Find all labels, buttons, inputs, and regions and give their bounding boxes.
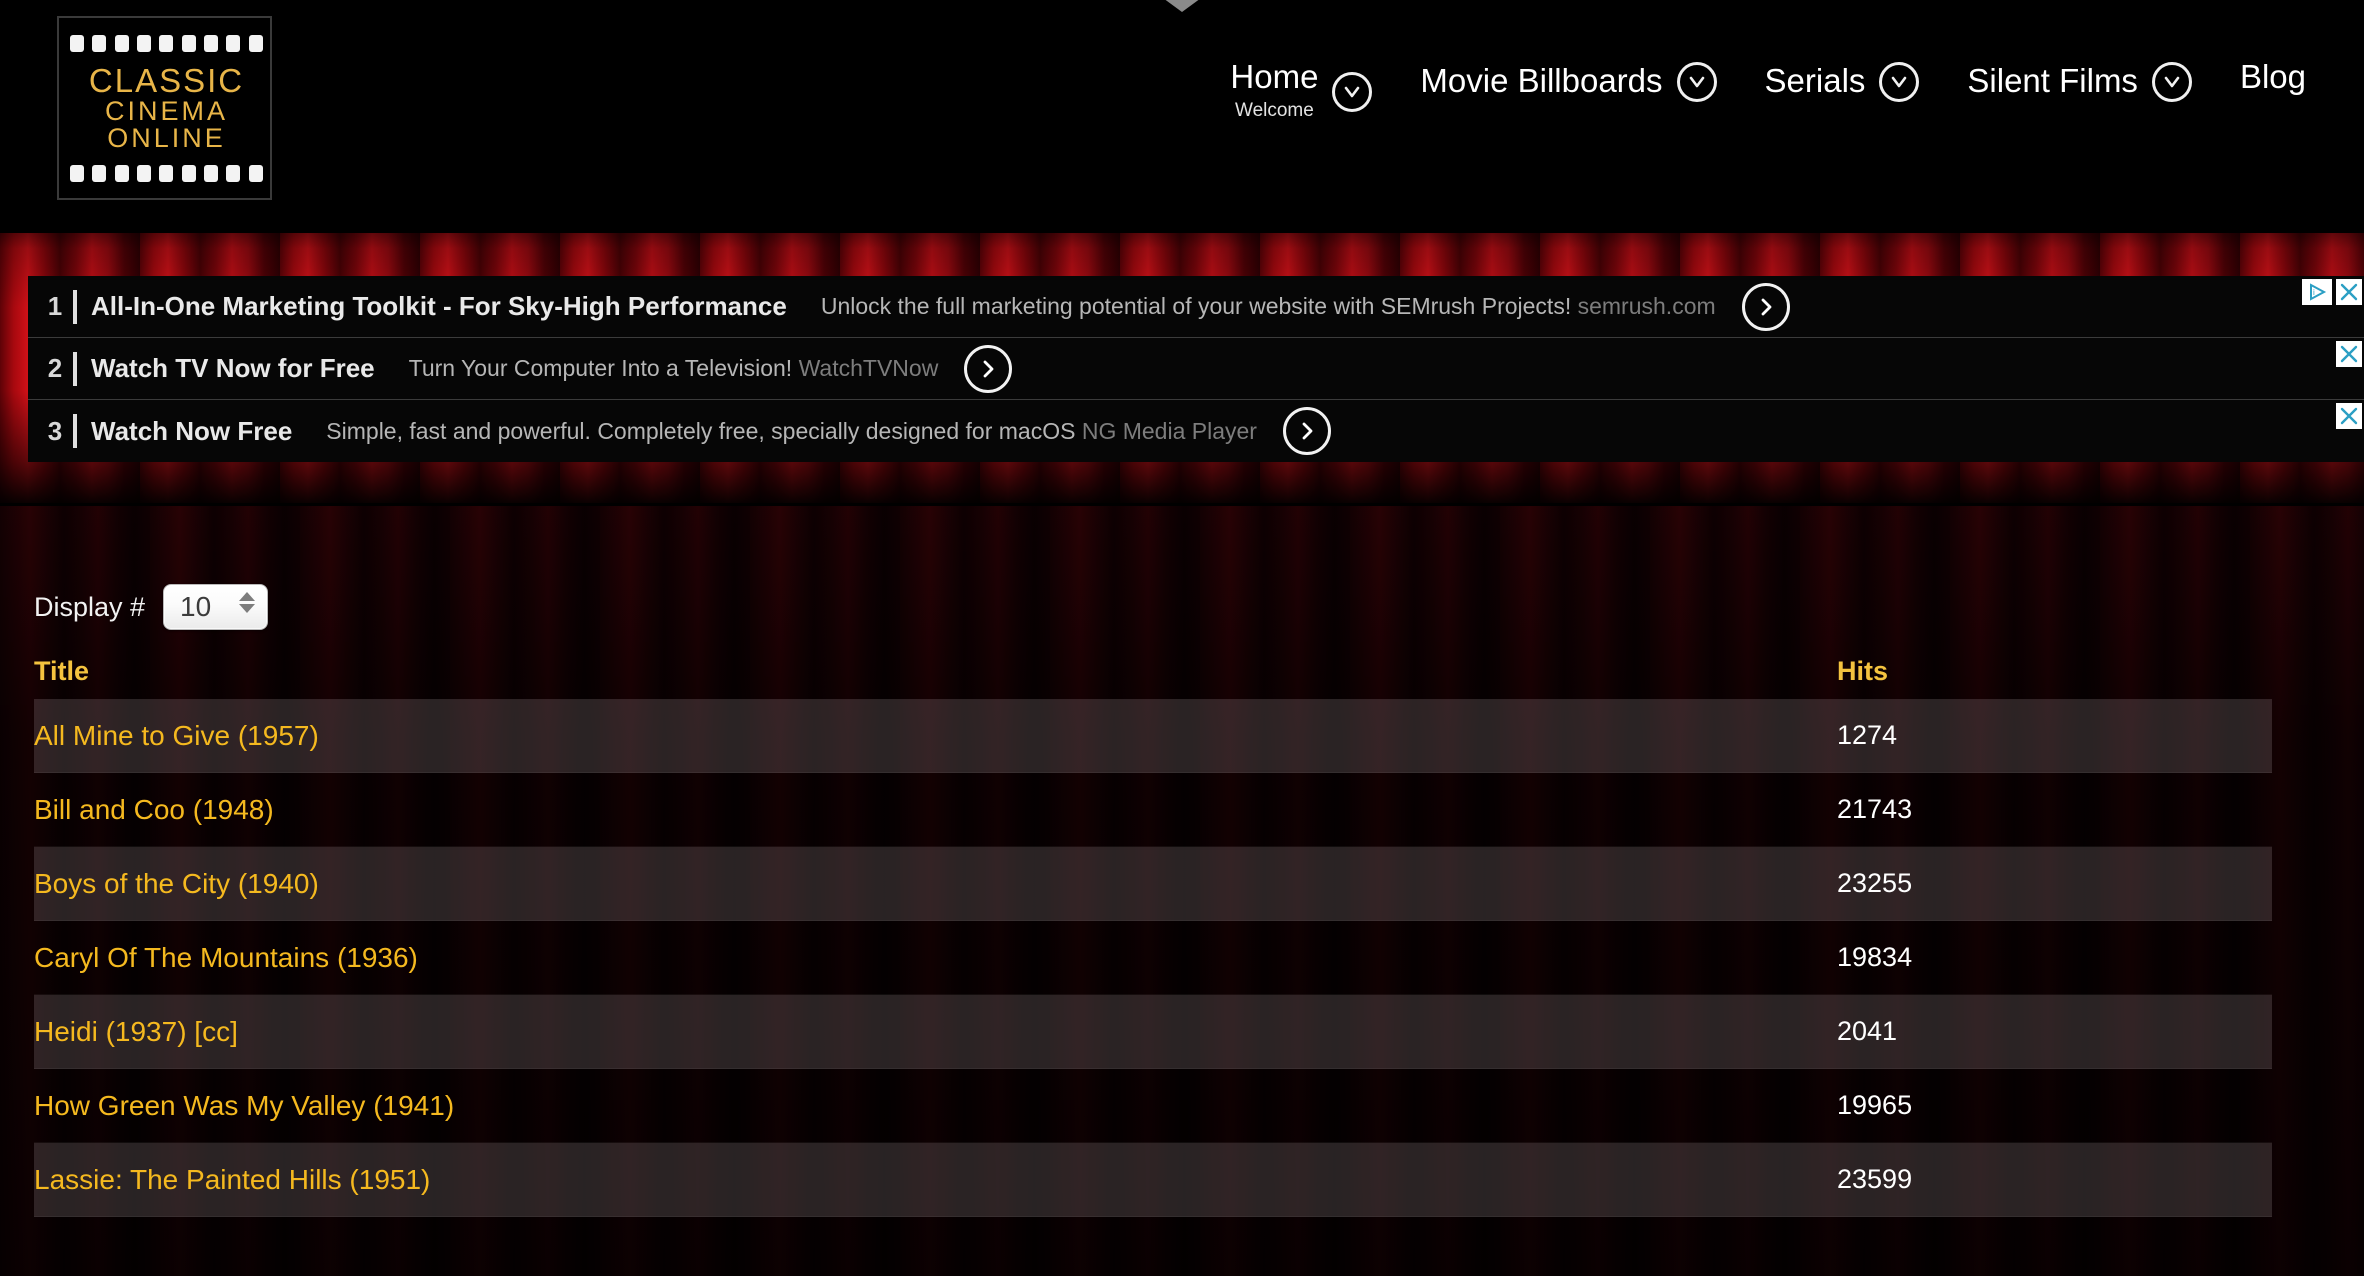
film-perforations-top: [59, 30, 274, 56]
nav-item-label: Movie Billboards: [1420, 61, 1663, 99]
movie-title-link[interactable]: Caryl Of The Mountains (1936): [34, 942, 418, 973]
nav-item-label: Silent Films: [1967, 61, 2138, 99]
table-header-row: Title Hits: [34, 643, 2272, 699]
nav-item-blog[interactable]: Blog: [2216, 60, 2330, 93]
ad-index: 2: [47, 353, 63, 383]
column-header-title[interactable]: Title: [34, 656, 1837, 687]
advertisement-block: 1 All-In-One Marketing Toolkit - For Sky…: [28, 276, 2364, 462]
movie-title-link[interactable]: Heidi (1937) [cc]: [34, 1016, 238, 1047]
close-icon[interactable]: [2336, 341, 2362, 367]
ad-description: Simple, fast and powerful. Completely fr…: [326, 418, 1257, 445]
ad-description: Turn Your Computer Into a Television! Wa…: [409, 355, 939, 382]
movie-title-link[interactable]: How Green Was My Valley (1941): [34, 1090, 454, 1121]
ad-row[interactable]: 2 Watch TV Now for Free Turn Your Comput…: [28, 338, 2364, 400]
table-row[interactable]: Heidi (1937) [cc] 2041: [34, 995, 2272, 1069]
nav-item-movie-billboards[interactable]: Movie Billboards: [1396, 60, 1740, 102]
page-root: CLASSIC CINEMA ONLINE Home Welcome Movie…: [0, 0, 2364, 1276]
main-content: Display # 10 Title Hits All Mine to Give…: [0, 503, 2364, 1276]
chevron-right-icon[interactable]: [1741, 282, 1790, 331]
table-cell-title: Boys of the City (1940): [34, 868, 1837, 900]
stepper-icon[interactable]: [239, 592, 256, 613]
table-cell-hits: 21743: [1837, 794, 1913, 824]
ad-description-text: Turn Your Computer Into a Television!: [408, 355, 793, 381]
table-cell-hits: 19834: [1837, 942, 1913, 972]
ad-index: 3: [47, 415, 63, 446]
ad-divider: [73, 351, 77, 386]
chevron-right-icon[interactable]: [964, 344, 1013, 393]
nav-item-label: Home: [1230, 58, 1319, 95]
ad-description-text: Unlock the full marketing potential of y…: [820, 293, 1572, 319]
table-row[interactable]: Boys of the City (1940) 23255: [34, 847, 2272, 921]
chevron-right-icon[interactable]: [1282, 407, 1331, 455]
display-count-label: Display #: [34, 591, 146, 622]
nav-item-label: Serials: [1764, 61, 1866, 99]
ad-divider: [73, 289, 77, 324]
table-cell-title: Heidi (1937) [cc]: [34, 1016, 1837, 1048]
nav-item-sublabel: Welcome: [1234, 100, 1314, 121]
logo-line-1: CLASSIC: [88, 62, 245, 99]
table-row[interactable]: Lassie: The Painted Hills (1951) 23599: [34, 1143, 2272, 1217]
adchoices-icon[interactable]: i: [2302, 279, 2332, 305]
close-icon[interactable]: [2336, 403, 2362, 429]
nav-item-home[interactable]: Home Welcome: [1206, 60, 1396, 120]
table-row[interactable]: Bill and Coo (1948) 21743: [34, 773, 2272, 847]
logo-wordmark: CLASSIC CINEMA ONLINE: [59, 64, 274, 153]
svg-text:i: i: [2313, 288, 2315, 297]
nav-item-silent-films[interactable]: Silent Films: [1943, 60, 2216, 102]
ad-row[interactable]: 1 All-In-One Marketing Toolkit - For Sky…: [28, 276, 2364, 338]
ad-index: 1: [47, 291, 63, 321]
table-row[interactable]: How Green Was My Valley (1941) 19965: [34, 1069, 2272, 1143]
movie-list-table: Title Hits All Mine to Give (1957) 1274 …: [34, 643, 2272, 1217]
table-cell-title: How Green Was My Valley (1941): [34, 1090, 1837, 1122]
logo-line-3: ONLINE: [107, 123, 226, 154]
movie-title-link[interactable]: Boys of the City (1940): [34, 868, 319, 899]
film-perforations-bottom: [59, 160, 274, 186]
nav-item-serials[interactable]: Serials: [1741, 60, 1944, 102]
table-cell-hits: 19965: [1837, 1090, 1913, 1120]
collapse-arrow-icon[interactable]: [1152, 0, 1212, 12]
table-cell-hits: 1274: [1837, 720, 1898, 750]
table-row[interactable]: Caryl Of The Mountains (1936) 19834: [34, 921, 2272, 995]
movie-title-link[interactable]: Bill and Coo (1948): [34, 794, 274, 825]
ad-divider: [73, 414, 77, 448]
table-row[interactable]: All Mine to Give (1957) 1274: [34, 699, 2272, 773]
content-top-divider: [0, 503, 2364, 506]
display-count-control: Display # 10: [34, 584, 269, 630]
display-count-value: 10: [180, 591, 212, 622]
table-cell-hits: 23599: [1837, 1164, 1913, 1194]
movie-title-link[interactable]: All Mine to Give (1957): [34, 720, 319, 751]
chevron-down-icon[interactable]: [1332, 72, 1373, 112]
ad-title[interactable]: Watch Now Free: [91, 416, 292, 447]
ad-description-text: Simple, fast and powerful. Completely fr…: [326, 417, 1076, 444]
chevron-down-icon[interactable]: [1879, 62, 1920, 102]
chevron-down-icon[interactable]: [2151, 62, 2192, 102]
ad-description: Unlock the full marketing potential of y…: [821, 293, 1716, 320]
column-header-hits[interactable]: Hits: [1837, 656, 2272, 687]
ad-brand: semrush.com: [1577, 293, 1716, 319]
site-logo[interactable]: CLASSIC CINEMA ONLINE: [57, 16, 272, 200]
ad-brand: NG Media Player: [1081, 417, 1257, 444]
ad-title[interactable]: Watch TV Now for Free: [91, 353, 375, 384]
table-cell-title: Caryl Of The Mountains (1936): [34, 942, 1837, 974]
curtain-top-shadow: [0, 207, 2364, 233]
ad-title[interactable]: All-In-One Marketing Toolkit - For Sky-H…: [91, 291, 787, 322]
logo-line-2: CINEMA: [104, 95, 228, 126]
site-header: CLASSIC CINEMA ONLINE Home Welcome Movie…: [0, 0, 2364, 207]
table-cell-title: Bill and Coo (1948): [34, 794, 1837, 826]
nav-item-label: Blog: [2239, 58, 2306, 95]
ad-row[interactable]: 3 Watch Now Free Simple, fast and powerf…: [28, 400, 2364, 462]
ad-brand: WatchTVNow: [798, 355, 939, 381]
close-icon[interactable]: [2336, 279, 2362, 305]
table-cell-hits: 23255: [1837, 868, 1913, 898]
table-cell-title: Lassie: The Painted Hills (1951): [34, 1164, 1837, 1196]
chevron-down-icon[interactable]: [1676, 62, 1717, 102]
table-cell-title: All Mine to Give (1957): [34, 720, 1837, 752]
display-count-select[interactable]: 10: [163, 584, 269, 630]
main-navigation: Home Welcome Movie Billboards Serials Si…: [1206, 60, 2330, 120]
movie-title-link[interactable]: Lassie: The Painted Hills (1951): [34, 1164, 430, 1195]
table-cell-hits: 2041: [1837, 1016, 1898, 1046]
